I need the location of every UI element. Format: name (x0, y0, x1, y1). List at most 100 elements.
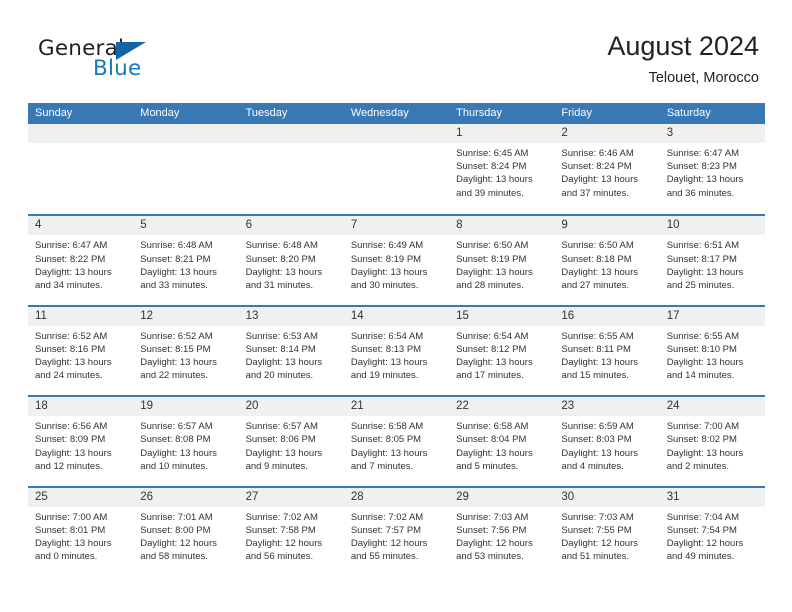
weekday-header-friday: Friday (561, 107, 592, 119)
day-details: Sunrise: 6:59 AM Sunset: 8:03 PM Daylight:… (554, 416, 659, 473)
day-cell[interactable]: 9 Sunrise: 6:50 AM Sunset: 8:18 PM Daylight… (554, 216, 660, 305)
sunset-text: Sunset: 8:06 PM (245, 434, 316, 446)
page-title: August 2024 (607, 31, 759, 61)
daylight-text-line2: and 22 minutes. (140, 370, 208, 382)
day-cell[interactable]: 17 Sunrise: 6:55 AM Sunset: 8:10 PM Dayligh… (659, 306, 765, 396)
weekday-header-sunday: Sunday (35, 107, 73, 119)
daylight-text-line2: and 53 minutes. (456, 551, 524, 563)
day-number: 1 (449, 124, 555, 143)
day-cell[interactable]: 3 Sunrise: 6:47 AM Sunset: 8:23 PM Daylight… (659, 124, 765, 215)
day-number: 30 (554, 487, 660, 507)
day-cell[interactable]: 25 Sunrise: 7:00 AM Sunset: 8:01 PM Dayligh… (28, 487, 134, 576)
sunrise-text: Sunrise: 6:49 AM (350, 240, 424, 252)
sunset-text: Sunset: 8:15 PM (140, 343, 211, 355)
daylight-text-line2: and 12 minutes. (35, 460, 103, 472)
sunset-text: Sunset: 8:17 PM (666, 253, 737, 265)
sunset-text: Sunset: 8:16 PM (35, 343, 106, 355)
day-cell[interactable]: 20 Sunrise: 6:57 AM Sunset: 8:06 PM Dayligh… (238, 397, 344, 486)
sunset-text: Sunset: 7:57 PM (350, 524, 422, 536)
day-details: Sunrise: 6:53 AM Sunset: 8:14 PM Daylight:… (239, 326, 344, 383)
day-number: 22 (449, 397, 555, 417)
sunrise-text: Sunrise: 6:57 AM (140, 421, 213, 433)
day-cell[interactable]: 7 Sunrise: 6:49 AM Sunset: 8:19 PM Daylight… (343, 216, 450, 305)
daylight-text-line1: Daylight: 13 hours (561, 447, 638, 459)
day-cell[interactable]: 4 Sunrise: 6:47 AM Sunset: 8:22 PM Daylight… (28, 216, 134, 305)
sunset-text: Sunset: 8:03 PM (561, 434, 632, 446)
day-number: 8 (449, 216, 555, 236)
daylight-text-line1: Daylight: 13 hours (666, 174, 744, 186)
sunrise-text: Sunrise: 6:59 AM (561, 421, 634, 433)
day-cell[interactable]: 23 Sunrise: 6:59 AM Sunset: 8:03 PM Dayligh… (554, 397, 660, 486)
day-number: 14 (343, 306, 450, 326)
day-cell[interactable]: 26 Sunrise: 7:01 AM Sunset: 8:00 PM Dayligh… (133, 487, 239, 576)
daylight-text-line2: and 14 minutes. (666, 370, 735, 382)
day-cell[interactable]: 29 Sunrise: 7:03 AM Sunset: 7:56 PM Dayligh… (449, 487, 555, 576)
day-details: Sunrise: 7:02 AM Sunset: 7:58 PM Daylight:… (239, 507, 344, 564)
day-details: Sunrise: 6:45 AM Sunset: 8:24 PM Daylight:… (449, 143, 554, 200)
day-cell[interactable]: 31 Sunrise: 7:04 AM Sunset: 7:54 PM Dayligh… (659, 487, 765, 576)
daylight-text-line2: and 34 minutes. (35, 280, 103, 291)
sunset-text: Sunset: 8:12 PM (456, 343, 527, 355)
day-number: 19 (133, 397, 239, 417)
day-number: 28 (343, 487, 450, 507)
sunrise-text: Sunrise: 6:53 AM (245, 330, 318, 342)
day-cell[interactable]: 19 Sunrise: 6:57 AM Sunset: 8:08 PM Dayligh… (133, 397, 239, 486)
daylight-text-line2: and 4 minutes. (561, 460, 624, 472)
day-cell[interactable]: 15 Sunrise: 6:54 AM Sunset: 8:12 PM Dayligh… (449, 306, 555, 396)
day-cell[interactable]: 5 Sunrise: 6:48 AM Sunset: 8:21 PM Daylight… (133, 216, 239, 305)
daylight-text-line1: Daylight: 12 hours (456, 537, 533, 549)
daylight-text-line2: and 56 minutes. (245, 551, 314, 563)
day-cell[interactable]: 22 Sunrise: 6:58 AM Sunset: 8:04 PM Dayligh… (449, 397, 555, 486)
daylight-text-line2: and 39 minutes. (456, 187, 524, 199)
day-number: 31 (659, 487, 765, 507)
sunset-text: Sunset: 7:55 PM (561, 524, 632, 536)
day-number: 6 (238, 216, 344, 236)
day-number: 9 (554, 216, 660, 236)
sunset-text: Sunset: 8:19 PM (456, 253, 527, 265)
sunset-text: Sunset: 8:21 PM (140, 253, 211, 265)
daylight-text-line1: Daylight: 13 hours (35, 537, 112, 549)
day-cell[interactable]: 13 Sunrise: 6:53 AM Sunset: 8:14 PM Dayligh… (238, 306, 344, 396)
daylight-text-line1: Daylight: 13 hours (456, 174, 533, 186)
day-cell[interactable]: 18 Sunrise: 6:56 AM Sunset: 8:09 PM Dayligh… (28, 397, 134, 486)
sunrise-text: Sunrise: 6:57 AM (245, 421, 318, 433)
day-cell[interactable]: 14 Sunrise: 6:54 AM Sunset: 8:13 PM Dayligh… (343, 306, 450, 396)
day-cell[interactable]: 1 Sunrise: 6:45 AM Sunset: 8:24 PM Daylight… (449, 124, 555, 215)
day-cell[interactable]: 24 Sunrise: 7:00 AM Sunset: 8:02 PM Dayligh… (659, 397, 765, 486)
day-cell[interactable]: 30 Sunrise: 7:03 AM Sunset: 7:55 PM Dayligh… (554, 487, 660, 576)
daylight-text-line1: Daylight: 13 hours (666, 447, 744, 459)
sunset-text: Sunset: 8:11 PM (561, 343, 631, 355)
daylight-text-line1: Daylight: 13 hours (456, 266, 533, 278)
daylight-text-line2: and 2 minutes. (666, 460, 730, 472)
day-number (28, 124, 134, 143)
day-cell[interactable]: 27 Sunrise: 7:02 AM Sunset: 7:58 PM Dayligh… (238, 487, 344, 576)
daylight-text-line2: and 10 minutes. (140, 460, 208, 472)
day-cell[interactable]: 16 Sunrise: 6:55 AM Sunset: 8:11 PM Dayligh… (554, 306, 660, 396)
day-number: 7 (343, 216, 450, 236)
day-cell[interactable]: 12 Sunrise: 6:52 AM Sunset: 8:15 PM Dayligh… (133, 306, 239, 396)
day-cell[interactable]: 6 Sunrise: 6:48 AM Sunset: 8:20 PM Daylight… (238, 216, 344, 305)
sunset-text: Sunset: 8:08 PM (140, 434, 211, 446)
day-details: Sunrise: 7:03 AM Sunset: 7:55 PM Daylight:… (554, 507, 659, 564)
weekday-header-saturday: Saturday (666, 107, 711, 119)
day-details: Sunrise: 6:50 AM Sunset: 8:18 PM Daylight:… (554, 235, 659, 292)
sunrise-text: Sunrise: 7:02 AM (245, 511, 318, 523)
sunrise-text: Sunrise: 6:56 AM (35, 421, 108, 433)
daylight-text-line2: and 31 minutes. (245, 280, 314, 291)
day-cell[interactable]: 10 Sunrise: 6:51 AM Sunset: 8:17 PM Dayligh… (659, 216, 765, 305)
day-details: Sunrise: 6:48 AM Sunset: 8:21 PM Daylight:… (133, 235, 238, 292)
day-cell[interactable]: 21 Sunrise: 6:58 AM Sunset: 8:05 PM Dayligh… (343, 397, 450, 486)
calendar-week-row: 11 Sunrise: 6:52 AM Sunset: 8:16 PM Dayligh… (28, 304, 765, 396)
sunrise-text: Sunrise: 6:54 AM (350, 330, 424, 342)
daylight-text-line1: Daylight: 13 hours (140, 447, 217, 459)
sunset-text: Sunset: 8:20 PM (245, 253, 316, 265)
day-details: Sunrise: 7:04 AM Sunset: 7:54 PM Daylight:… (660, 507, 765, 564)
day-cell[interactable]: 11 Sunrise: 6:52 AM Sunset: 8:16 PM Dayligh… (28, 306, 134, 396)
general-blue-logo[interactable]: General Blue (38, 38, 208, 86)
day-cell[interactable]: 8 Sunrise: 6:50 AM Sunset: 8:19 PM Daylight… (449, 216, 555, 305)
day-details: Sunrise: 6:55 AM Sunset: 8:11 PM Daylight:… (554, 326, 659, 383)
day-cell[interactable]: 28 Sunrise: 7:02 AM Sunset: 7:57 PM Dayligh… (343, 487, 450, 576)
daylight-text-line1: Daylight: 12 hours (666, 537, 744, 549)
day-number: 3 (659, 124, 765, 143)
day-cell[interactable]: 2 Sunrise: 6:46 AM Sunset: 8:24 PM Daylight… (554, 124, 660, 215)
